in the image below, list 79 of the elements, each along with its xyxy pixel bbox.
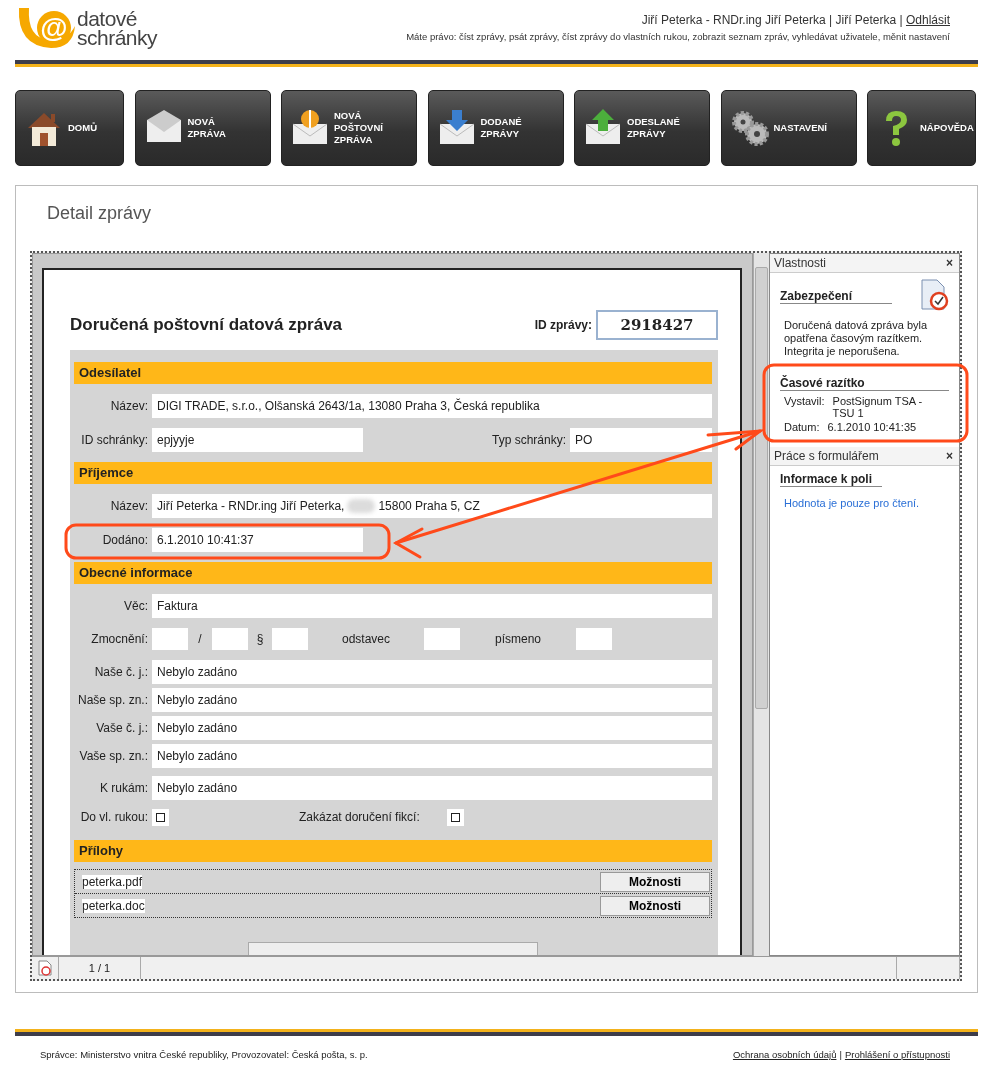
nav-button[interactable]: ODESLANÉ ZPRÁVY <box>574 90 710 166</box>
input-field[interactable]: DIGI TRADE, s.r.o., Olšanská 2643/1a, 13080 Praha 3, Česká republika <box>152 394 712 418</box>
nav-button[interactable]: NOVÁ POŠTOVNÍ ZPRÁVA <box>281 90 417 166</box>
scrollbar[interactable] <box>753 253 769 956</box>
field-label: Vystavil: <box>784 395 825 409</box>
panel-heading: Zabezpečení <box>780 289 893 304</box>
section-header: Obecné informace <box>74 562 712 584</box>
field-label: Zakázat doručení fikcí: <box>299 810 420 824</box>
field-label: písmeno <box>494 632 542 646</box>
input-field[interactable]: PO <box>570 428 712 452</box>
input-field[interactable]: Nebylo zadáno <box>152 716 712 740</box>
field-label: Věc: <box>123 599 148 613</box>
rights-text: Máte právo: číst zprávy, psát zprávy, číst zprávy do vlastních rukou, zobrazit seznam zpráv, vyhledávat uživatele, měnit nastavení <box>406 31 950 42</box>
input-field[interactable] <box>424 628 460 650</box>
field-label: Do vl. rukou: <box>79 810 148 824</box>
section-header: Odesílatel <box>74 362 712 384</box>
input-field[interactable]: Nebylo zadáno <box>152 776 712 800</box>
page-indicator: 1 / 1 <box>59 957 141 979</box>
file-name[interactable]: peterka.pdf <box>82 874 143 889</box>
options-button[interactable]: Možnosti <box>600 895 710 916</box>
nav-button[interactable]: NÁPOVĚDA <box>867 90 976 166</box>
input-field[interactable] <box>272 628 308 650</box>
info-text: Hodnota je pouze pro čtení. <box>784 497 921 509</box>
input-field[interactable] <box>576 628 612 650</box>
field-label: ID zprávy: <box>534 318 592 332</box>
certificate-clock-icon <box>919 279 949 311</box>
options-button[interactable]: Možnosti <box>600 871 710 892</box>
panel-heading: Informace k poli <box>780 472 883 487</box>
field-label: odstavec <box>341 632 391 646</box>
document-title: Doručená poštovní datová zpráva <box>70 315 344 335</box>
input-field[interactable]: Nebylo zadáno <box>152 744 712 768</box>
field-label: Vaše č. j.: <box>95 721 148 735</box>
footer-link[interactable]: Ochrana osobních údajů <box>732 1049 837 1060</box>
panel-title: Vlastnosti <box>774 256 827 270</box>
footer-text: Správce: Ministerstvo vnitra České republiky, Provozovatel: Česká pošta, s. p. <box>40 1049 368 1060</box>
input-field[interactable]: Faktura <box>152 594 712 618</box>
input-field[interactable]: Nebylo zadáno <box>152 688 712 712</box>
input-field[interactable]: Jiří Peterka - RNDr.ing Jiří Peterka, 15800 Praha 5, CZ <box>152 494 712 518</box>
field-label: K rukám: <box>99 781 148 795</box>
close-button[interactable]: × <box>946 449 953 463</box>
section-header: Příjemce <box>74 462 712 484</box>
input-field[interactable]: Nebylo zadáno <box>152 660 712 684</box>
panel-heading: Časové razítko <box>780 376 949 391</box>
panel-title: Práce s formulářem <box>774 449 879 463</box>
security-text: Doručená datová zpráva byla opatřena časovým razítkem. Integrita je neporušena. <box>784 319 929 358</box>
field-label: Datum: <box>784 421 820 433</box>
file-name[interactable]: peterka.doc <box>82 898 145 913</box>
input-field[interactable] <box>212 628 248 650</box>
separator-text: / <box>197 632 203 646</box>
nav-button[interactable]: NOVÁ ZPRÁVA <box>134 90 271 166</box>
message-id-field: 2918427 <box>596 310 718 340</box>
date-text: 6.1.2010 10:41:35 <box>827 421 917 433</box>
separator-text: | <box>839 1049 842 1060</box>
input-field[interactable]: 6.1.2010 10:41:37 <box>152 528 363 552</box>
nav-button[interactable]: NASTAVENÍ <box>720 90 857 166</box>
field-label: Typ schránky: <box>491 433 566 447</box>
field-label: Vaše sp. zn.: <box>78 749 148 763</box>
field-label: Naše sp. zn.: <box>76 693 148 707</box>
input-field[interactable]: epjyyje <box>152 428 363 452</box>
logout-link[interactable]: Odhlásit <box>905 13 950 27</box>
input-field[interactable] <box>152 628 188 650</box>
field-label: Zmocnění: <box>90 632 148 646</box>
page-title: Detail zprávy <box>46 202 153 225</box>
field-label: Název: <box>109 499 148 513</box>
redacted-text <box>347 499 376 513</box>
field-label: Naše č. j.: <box>93 665 148 679</box>
nav-button[interactable]: DOMŮ <box>15 90 124 166</box>
user-name: Jiří Peterka - RNDr.ing Jiří Peterka | Jiří Peterka | <box>641 13 903 27</box>
gears-icon <box>729 108 770 148</box>
footer-link[interactable]: Prohlášení o přístupnosti <box>844 1049 950 1060</box>
document-clock-icon <box>38 960 52 976</box>
field-label: ID schránky: <box>80 433 148 447</box>
issuer-text: PostSignum TSA - TSU 1 <box>832 395 924 419</box>
field-label: Dodáno: <box>101 533 148 547</box>
section-header: Přílohy <box>74 840 712 862</box>
nav-button[interactable]: DODANÉ ZPRÁVY <box>427 90 564 166</box>
field-label: Název: <box>109 399 148 413</box>
section-sign: § <box>255 632 265 646</box>
close-button[interactable]: × <box>946 256 953 270</box>
